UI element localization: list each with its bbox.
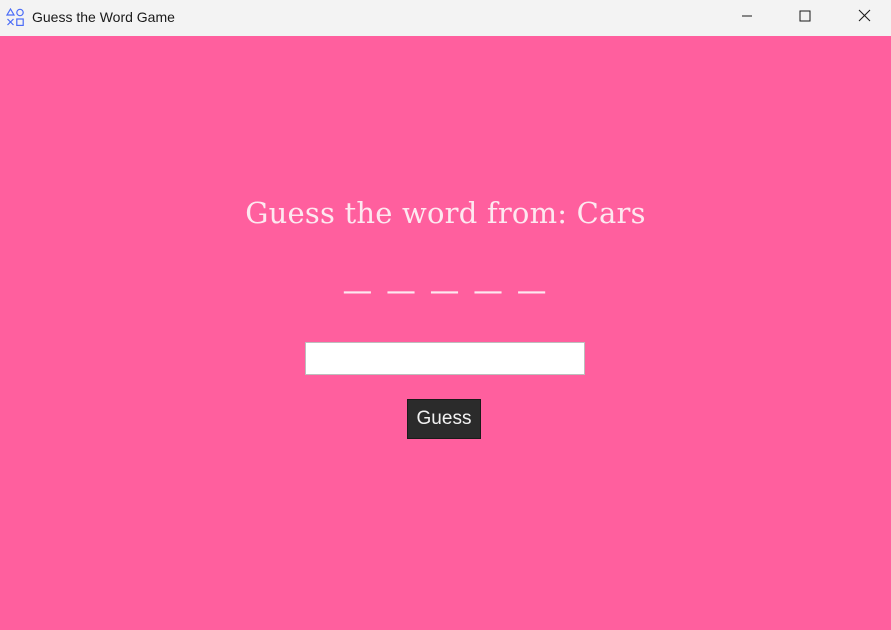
prompt-text: Guess the word from: Cars [0, 196, 891, 230]
window-title: Guess the Word Game [32, 9, 175, 25]
close-button[interactable] [835, 0, 891, 36]
minimize-button[interactable] [718, 0, 776, 36]
guess-button[interactable]: Guess [407, 399, 481, 439]
maximize-button[interactable] [776, 0, 834, 36]
prompt-prefix: Guess the word from: [245, 196, 577, 230]
close-icon [858, 9, 871, 27]
guess-input[interactable] [305, 342, 585, 375]
title-bar: Guess the Word Game [0, 0, 891, 36]
word-blanks: — — — — — [342, 274, 549, 309]
minimize-icon [741, 9, 753, 27]
app-shapes-icon [5, 7, 25, 27]
game-area: Guess the word from: Cars — — — — — Gues… [0, 36, 891, 630]
category-name: Cars [576, 196, 646, 230]
maximize-icon [799, 9, 811, 27]
